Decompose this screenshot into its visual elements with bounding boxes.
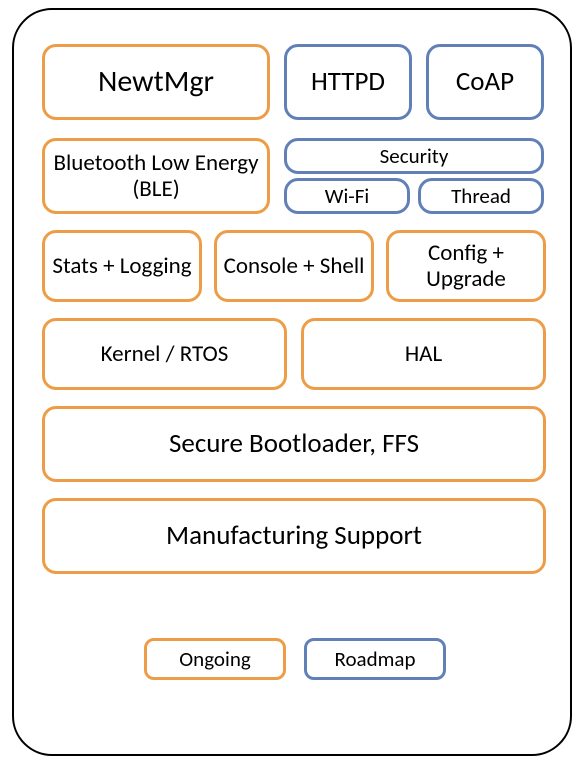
legend-ongoing: Ongoing: [144, 638, 286, 680]
block-console-shell: Console + Shell: [214, 230, 374, 302]
diagram-frame: NewtMgr HTTPD CoAP Bluetooth Low Energy …: [12, 8, 572, 756]
block-secure-bootloader: Secure Bootloader, FFS: [42, 406, 546, 482]
block-httpd: HTTPD: [284, 44, 412, 120]
legend-roadmap: Roadmap: [304, 638, 446, 680]
block-security: Security: [284, 138, 544, 174]
block-stats-logging: Stats + Logging: [42, 230, 202, 302]
block-ble: Bluetooth Low Energy (BLE): [42, 138, 270, 214]
block-thread: Thread: [418, 178, 544, 214]
block-kernel-rtos: Kernel / RTOS: [42, 318, 287, 390]
block-coap: CoAP: [426, 44, 544, 120]
block-hal: HAL: [301, 318, 546, 390]
block-manufacturing-support: Manufacturing Support: [42, 498, 546, 574]
block-wifi: Wi-Fi: [284, 178, 410, 214]
block-newtmgr: NewtMgr: [42, 44, 270, 120]
block-config-upgrade: Config + Upgrade: [386, 230, 546, 302]
